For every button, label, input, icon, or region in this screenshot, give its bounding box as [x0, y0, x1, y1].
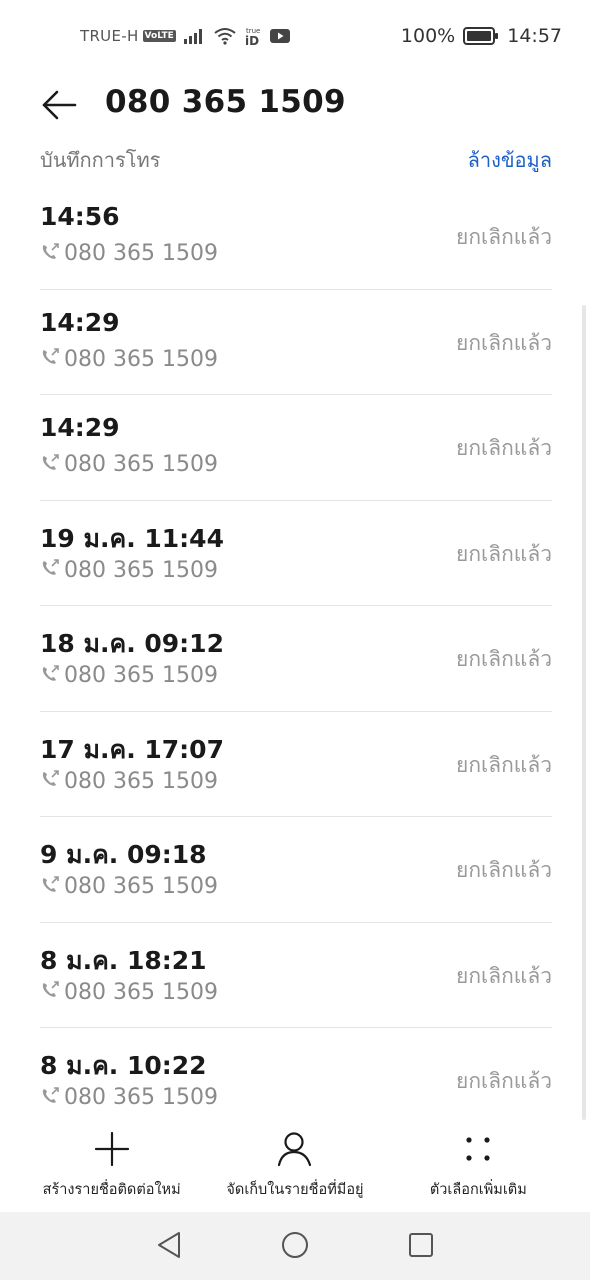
outgoing-call-icon [40, 559, 60, 581]
call-log-row[interactable]: 19 ม.ค. 11:44 080 365 1509 ยกเลิกแล้ว [40, 501, 552, 606]
page-title: 080 365 1509 [105, 84, 346, 120]
nav-back-button[interactable] [152, 1230, 186, 1264]
save-to-existing-button[interactable]: จัดเก็บในรายชื่อที่มีอยู่ [205, 1128, 385, 1201]
youtube-icon [269, 29, 290, 43]
call-log-label: บันทึกการโทร [40, 148, 161, 172]
volte-badge: VoLTE [142, 30, 176, 42]
call-number-line: 080 365 1509 [40, 980, 218, 1005]
more-options-button[interactable]: ตัวเลือกเพิ่มเติม [388, 1128, 568, 1201]
call-list: 14:56 080 365 1509 ยกเลิกแล้ว 14:29 080 … [40, 184, 552, 1134]
call-number-line: 080 365 1509 [40, 874, 218, 899]
more-dots-icon [460, 1128, 496, 1170]
call-time: 19 ม.ค. 11:44 [40, 523, 224, 553]
call-status: ยกเลิกแล้ว [456, 541, 552, 566]
signal-icon [183, 28, 206, 44]
battery-percent: 100% [400, 25, 456, 47]
call-time: 14:29 [40, 307, 120, 337]
call-status: ยกเลิกแล้ว [456, 963, 552, 988]
outgoing-call-icon [40, 1086, 60, 1109]
battery-icon [463, 27, 499, 45]
call-log-row[interactable]: 14:29 080 365 1509 ยกเลิกแล้ว [40, 395, 552, 501]
call-time: 17 ม.ค. 17:07 [40, 734, 224, 764]
scrollbar[interactable] [582, 305, 586, 1120]
call-time: 14:29 [40, 413, 120, 442]
call-number-line: 080 365 1509 [40, 769, 218, 794]
save-to-existing-label: จัดเก็บในรายชื่อที่มีอยู่ [226, 1182, 364, 1198]
square-recents-icon [407, 1231, 435, 1263]
call-log-row[interactable]: 9 ม.ค. 09:18 080 365 1509 ยกเลิกแล้ว [40, 817, 552, 923]
call-number-line: 080 365 1509 [40, 663, 218, 688]
call-log-row[interactable]: 14:29 080 365 1509 ยกเลิกแล้ว [40, 290, 552, 395]
call-time: 18 ม.ค. 09:12 [40, 629, 224, 658]
triangle-back-icon [156, 1230, 182, 1264]
nav-home-button[interactable] [278, 1230, 312, 1264]
call-number: 080 365 1509 [64, 346, 218, 372]
call-time: 8 ม.ค. 10:22 [40, 1051, 207, 1080]
call-log-row[interactable]: 17 ม.ค. 17:07 080 365 1509 ยกเลิกแล้ว [40, 712, 552, 817]
call-number-line: 080 365 1509 [40, 241, 218, 266]
outgoing-call-icon [40, 664, 60, 687]
outgoing-call-icon [40, 453, 60, 476]
call-number-line: 080 365 1509 [40, 347, 218, 372]
wifi-icon [214, 27, 236, 45]
call-number-line: 080 365 1509 [40, 1085, 218, 1110]
call-number: 080 365 1509 [64, 241, 218, 266]
action-bar: สร้างรายชื่อติดต่อใหม่ จัดเก็บในรายชื่อท… [0, 1128, 590, 1210]
svg-text:iD: iD [245, 34, 259, 46]
call-status: ยกเลิกแล้ว [456, 330, 552, 355]
call-number: 080 365 1509 [64, 979, 218, 1005]
outgoing-call-icon [40, 348, 60, 370]
call-status: ยกเลิกแล้ว [456, 647, 552, 671]
call-number-line: 080 365 1509 [40, 452, 218, 477]
status-bar: TRUE-H VoLTE true iD 100% 14:57 [0, 0, 590, 72]
call-number: 080 365 1509 [64, 768, 218, 794]
person-icon [276, 1128, 314, 1170]
outgoing-call-icon [40, 875, 60, 898]
call-time: 14:56 [40, 202, 120, 231]
call-time: 9 ม.ค. 09:18 [40, 840, 207, 869]
new-contact-label: สร้างรายชื่อติดต่อใหม่ [42, 1182, 181, 1198]
status-left: TRUE-H VoLTE true iD [80, 26, 290, 46]
arrow-left-icon [41, 90, 77, 124]
call-log-row[interactable]: 8 ม.ค. 10:22 080 365 1509 ยกเลิกแล้ว [40, 1028, 552, 1134]
circle-home-icon [280, 1230, 310, 1264]
call-status: ยกเลิกแล้ว [456, 436, 552, 460]
carrier-name: TRUE-H [80, 27, 139, 45]
call-status: ยกเลิกแล้ว [456, 858, 552, 882]
more-options-label: ตัวเลือกเพิ่มเติม [429, 1182, 527, 1198]
plus-icon [94, 1128, 130, 1170]
call-number: 080 365 1509 [64, 1085, 218, 1110]
call-log-row[interactable]: 18 ม.ค. 09:12 080 365 1509 ยกเลิกแล้ว [40, 606, 552, 712]
call-status: ยกเลิกแล้ว [456, 225, 552, 249]
nav-recents-button[interactable] [404, 1230, 438, 1264]
call-status: ยกเลิกแล้ว [456, 1069, 552, 1093]
outgoing-call-icon [40, 981, 60, 1003]
call-log-row[interactable]: 8 ม.ค. 18:21 080 365 1509 ยกเลิกแล้ว [40, 923, 552, 1028]
call-status: ยกเลิกแล้ว [456, 752, 552, 777]
new-contact-button[interactable]: สร้างรายชื่อติดต่อใหม่ [22, 1128, 202, 1201]
call-number: 080 365 1509 [64, 557, 218, 583]
call-time: 8 ม.ค. 18:21 [40, 945, 207, 975]
outgoing-call-icon [40, 770, 60, 792]
true-id-icon: true iD [244, 26, 262, 46]
clear-log-button[interactable]: ล้างข้อมูล [468, 144, 552, 176]
call-log-row[interactable]: 14:56 080 365 1509 ยกเลิกแล้ว [40, 184, 552, 290]
status-right: 100% 14:57 [401, 25, 562, 47]
call-number: 080 365 1509 [64, 452, 218, 477]
system-nav-bar [0, 1212, 590, 1280]
outgoing-call-icon [40, 242, 60, 265]
back-button[interactable] [38, 86, 80, 128]
header: 080 365 1509 [0, 78, 590, 136]
call-number: 080 365 1509 [64, 874, 218, 899]
call-detail-screen: TRUE-H VoLTE true iD 100% 14:57 080 365 … [0, 0, 590, 1280]
call-number-line: 080 365 1509 [40, 558, 218, 583]
status-clock: 14:57 [507, 25, 562, 47]
call-number: 080 365 1509 [64, 663, 218, 688]
call-log-subheader: บันทึกการโทร ล้างข้อมูล [40, 143, 552, 177]
